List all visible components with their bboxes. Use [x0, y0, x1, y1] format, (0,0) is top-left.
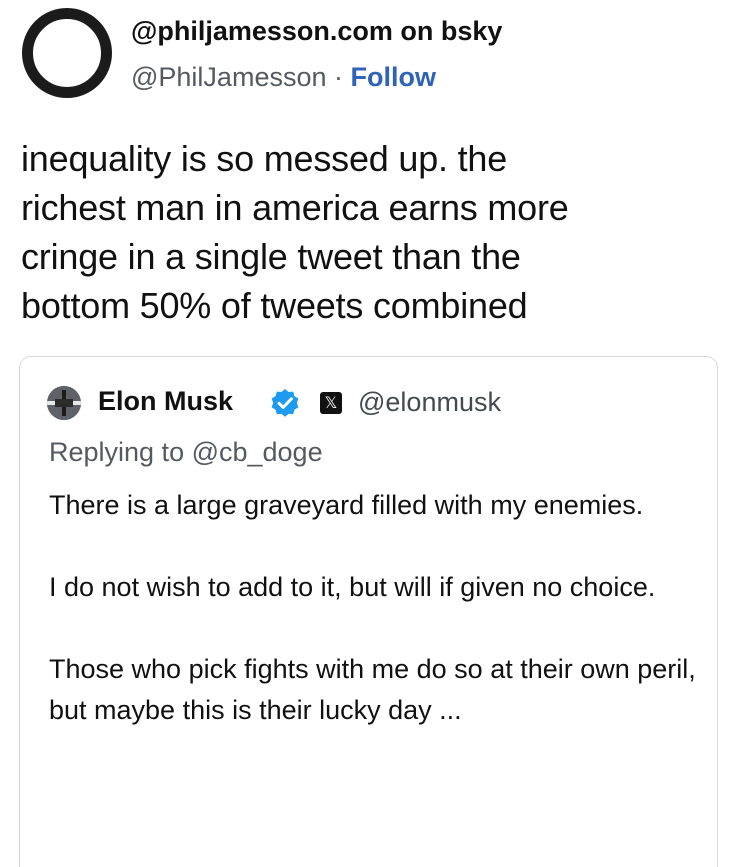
- quoted-paragraph: Those who pick fights with me do so at t…: [49, 654, 696, 725]
- post-text: inequality is so messed up. the richest …: [21, 138, 569, 326]
- post-header: @philjamesson.com on bsky @PhilJamesson …: [8, 6, 708, 106]
- quoted-paragraph: There is a large graveyard filled with m…: [49, 490, 644, 520]
- verified-badge-icon: [269, 387, 301, 419]
- avatar[interactable]: [22, 8, 112, 98]
- screenshot-page: @philjamesson.com on bsky @PhilJamesson …: [0, 0, 729, 867]
- display-name[interactable]: @philjamesson.com on bsky: [131, 16, 502, 47]
- quoted-paragraph: I do not wish to add to it, but will if …: [49, 572, 656, 602]
- separator-dot: ·: [326, 62, 351, 92]
- quoted-author-avatar[interactable]: [47, 386, 81, 420]
- user-handle[interactable]: @PhilJamesson: [131, 62, 327, 92]
- quoted-author-handle[interactable]: @elonmusk: [358, 387, 501, 418]
- handle-line: @PhilJamesson · Follow: [131, 62, 436, 93]
- quoted-tweet-card[interactable]: Elon Musk 𝕏 @elonmusk Replying to @cb_do…: [19, 356, 718, 867]
- follow-button[interactable]: Follow: [351, 62, 436, 92]
- quoted-tweet-body: There is a large graveyard filled with m…: [49, 485, 699, 772]
- x-logo-icon: 𝕏: [320, 392, 342, 414]
- replying-to-label[interactable]: Replying to @cb_doge: [49, 437, 323, 468]
- quoted-author-name[interactable]: Elon Musk: [98, 386, 233, 417]
